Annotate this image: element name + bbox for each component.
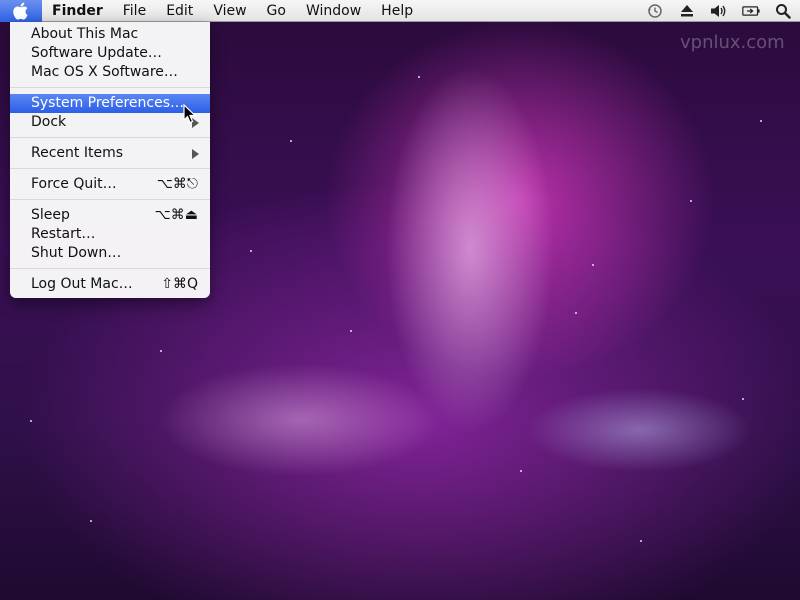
star bbox=[350, 330, 352, 332]
menu-separator bbox=[10, 168, 210, 169]
menu-separator bbox=[10, 268, 210, 269]
battery-icon[interactable] bbox=[742, 2, 760, 20]
menu-item-sleep[interactable]: Sleep ⌥⌘⏏ bbox=[10, 206, 210, 225]
menu-finder[interactable]: Finder bbox=[42, 3, 113, 19]
menu-item-mac-os-x-software[interactable]: Mac OS X Software… bbox=[10, 63, 210, 82]
apple-menu-dropdown: About This Mac Software Update… Mac OS X… bbox=[10, 22, 210, 298]
menu-go[interactable]: Go bbox=[257, 3, 296, 19]
menu-bar: Finder File Edit View Go Window Help bbox=[0, 0, 800, 22]
watermark: vpnlux.com bbox=[680, 32, 785, 53]
star bbox=[742, 398, 744, 400]
status-area bbox=[646, 0, 792, 22]
menu-item-label: Mac OS X Software… bbox=[31, 64, 178, 80]
menu-item-label: About This Mac bbox=[31, 26, 139, 42]
menu-item-label: Log Out Mac… bbox=[31, 276, 133, 292]
star bbox=[290, 140, 292, 142]
mouse-cursor-icon bbox=[183, 104, 197, 124]
shortcut-label: ⌥⌘⎋ bbox=[156, 176, 198, 192]
star bbox=[160, 350, 162, 352]
submenu-arrow-icon bbox=[192, 149, 199, 159]
star bbox=[418, 76, 420, 78]
star bbox=[760, 120, 762, 122]
menu-item-log-out[interactable]: Log Out Mac… ⇧⌘Q bbox=[10, 275, 210, 294]
star bbox=[690, 200, 692, 202]
star bbox=[90, 520, 92, 522]
volume-icon[interactable] bbox=[710, 2, 728, 20]
menu-separator bbox=[10, 199, 210, 200]
menu-item-shut-down[interactable]: Shut Down… bbox=[10, 244, 210, 263]
menu-item-force-quit[interactable]: Force Quit… ⌥⌘⎋ bbox=[10, 175, 210, 194]
menu-item-system-preferences[interactable]: System Preferences… bbox=[10, 94, 210, 113]
menu-view[interactable]: View bbox=[203, 3, 256, 19]
menu-item-label: Sleep bbox=[31, 207, 70, 223]
star bbox=[592, 264, 594, 266]
menu-window[interactable]: Window bbox=[296, 3, 371, 19]
shortcut-label: ⌥⌘⏏ bbox=[154, 207, 198, 223]
menu-file[interactable]: File bbox=[113, 3, 156, 19]
menu-item-dock[interactable]: Dock bbox=[10, 113, 210, 132]
star bbox=[30, 420, 32, 422]
star bbox=[250, 250, 252, 252]
star bbox=[575, 312, 577, 314]
star bbox=[520, 470, 522, 472]
menu-item-software-update[interactable]: Software Update… bbox=[10, 44, 210, 63]
menu-item-label: Shut Down… bbox=[31, 245, 122, 261]
menu-item-label: Recent Items bbox=[31, 145, 123, 161]
menu-help[interactable]: Help bbox=[371, 3, 423, 19]
menu-item-restart[interactable]: Restart… bbox=[10, 225, 210, 244]
menu-item-label: Restart… bbox=[31, 226, 96, 242]
eject-icon[interactable] bbox=[678, 2, 696, 20]
menu-separator bbox=[10, 87, 210, 88]
menu-separator bbox=[10, 137, 210, 138]
apple-menu-button[interactable] bbox=[0, 0, 42, 22]
menu-item-label: Software Update… bbox=[31, 45, 162, 61]
menu-edit[interactable]: Edit bbox=[156, 3, 203, 19]
desktop[interactable]: vpnlux.com Finder File Edit View Go Wind… bbox=[0, 0, 800, 600]
spotlight-search-icon[interactable] bbox=[774, 2, 792, 20]
menu-item-label: Force Quit… bbox=[31, 176, 117, 192]
shortcut-label: ⇧⌘Q bbox=[161, 276, 198, 292]
menu-item-label: System Preferences… bbox=[31, 95, 184, 111]
menu-item-recent-items[interactable]: Recent Items bbox=[10, 144, 210, 163]
apple-logo-icon bbox=[13, 2, 28, 20]
menu-item-label: Dock bbox=[31, 114, 67, 130]
star bbox=[640, 540, 642, 542]
time-machine-icon[interactable] bbox=[646, 2, 664, 20]
menu-item-about-this-mac[interactable]: About This Mac bbox=[10, 25, 210, 44]
